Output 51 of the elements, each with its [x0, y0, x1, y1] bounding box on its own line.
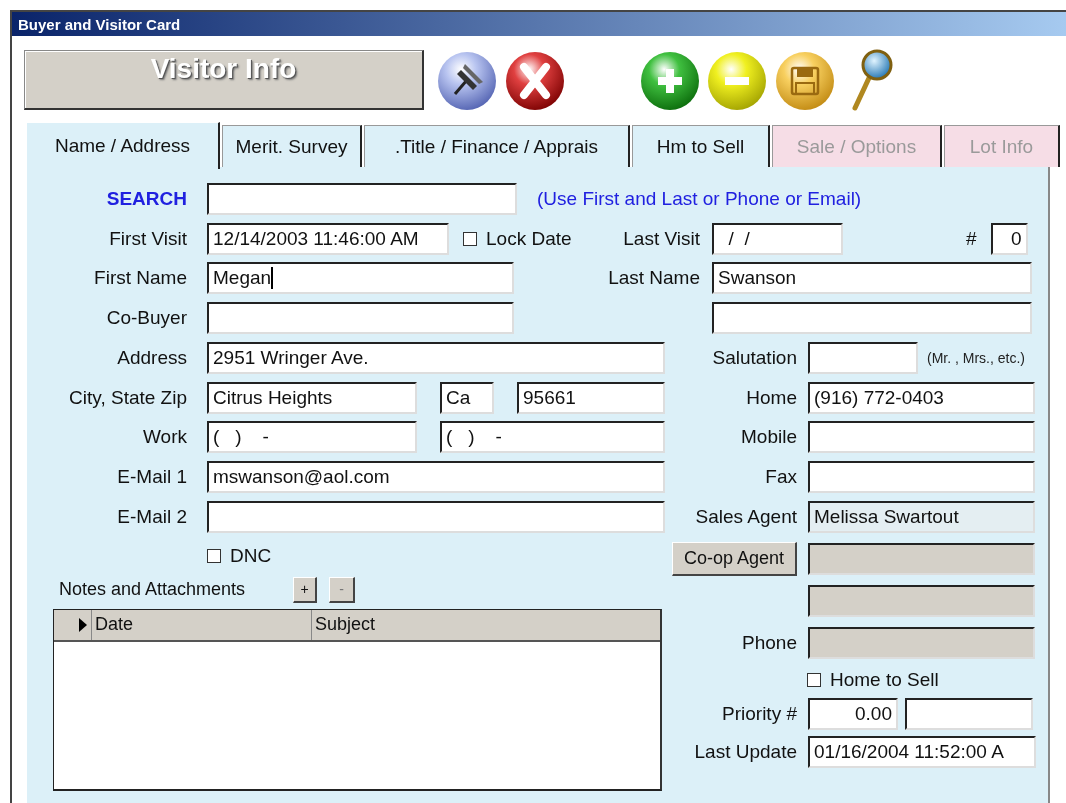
- checkbox-label: DNC: [230, 544, 272, 567]
- field-label: SEARCH: [105, 187, 187, 210]
- field-label: Last Update: [693, 740, 797, 763]
- checkbox-label: Home to Sell: [830, 668, 939, 691]
- input-field[interactable]: ( ) -: [440, 421, 665, 454]
- input-field[interactable]: 95661: [517, 381, 665, 414]
- input-field[interactable]: 0.00: [808, 697, 898, 730]
- add-note-button[interactable]: +: [293, 576, 317, 603]
- field-label: E-Mail 1: [116, 466, 187, 489]
- field-label: E-Mail 2: [116, 505, 187, 528]
- input-field[interactable]: (916) 772-0403: [808, 381, 1035, 414]
- column-header[interactable]: Date: [91, 609, 311, 640]
- input-field[interactable]: Melissa Swartout: [808, 500, 1035, 533]
- input-field[interactable]: Citrus Heights: [207, 381, 417, 414]
- input-field[interactable]: Swanson: [712, 262, 1032, 295]
- field-label: Phone: [741, 631, 797, 654]
- tab[interactable]: Name / Address: [26, 122, 220, 169]
- input-field[interactable]: 2951 Wringer Ave.: [207, 341, 665, 374]
- input-field[interactable]: 12/14/2003 11:46:00 AM: [207, 222, 449, 255]
- column-header[interactable]: Subject: [311, 609, 660, 640]
- field-label: Last Visit: [622, 227, 700, 250]
- input-field[interactable]: Megan: [207, 262, 514, 295]
- tab[interactable]: Hm to Sell: [632, 125, 770, 167]
- tab[interactable]: .Title / Finance / Apprais: [364, 125, 630, 167]
- input-field[interactable]: Ca: [440, 381, 494, 414]
- field-label: Work: [142, 426, 187, 449]
- input-field[interactable]: mswanson@aol.com: [207, 461, 665, 494]
- tab[interactable]: Merit. Survey: [222, 125, 362, 167]
- input-field[interactable]: / /: [712, 222, 843, 255]
- window-title: Buyer and Visitor Card: [18, 15, 181, 33]
- section-title: Notes and Attachments: [59, 579, 247, 601]
- field-label: City, State Zip: [68, 386, 187, 409]
- salutation-hint: (Mr. , Mrs., etc.): [927, 349, 1025, 366]
- checkbox-label: Lock Date: [486, 227, 572, 250]
- field-label: Priority #: [721, 702, 797, 725]
- form-header: Visitor Info: [24, 50, 424, 110]
- field-label: Address: [116, 346, 187, 369]
- field-label: First Visit: [108, 227, 187, 250]
- field-label: First Name: [93, 267, 187, 290]
- field-label: Salutation: [711, 346, 797, 369]
- search-hint: (Use First and Last or Phone or Email): [537, 187, 862, 210]
- input-field[interactable]: 01/16/2004 11:52:00 A: [808, 735, 1036, 768]
- field-label: Last Name: [607, 267, 700, 290]
- input-field[interactable]: 0: [990, 222, 1028, 255]
- field-label: Fax: [764, 466, 797, 489]
- input-field[interactable]: ( ) -: [207, 421, 417, 454]
- field-label: Sales Agent: [694, 505, 797, 528]
- field-label: #: [966, 227, 977, 250]
- field-label: Home: [745, 386, 797, 409]
- field-label: Mobile: [740, 426, 797, 449]
- field-label: Co-Buyer: [105, 307, 187, 330]
